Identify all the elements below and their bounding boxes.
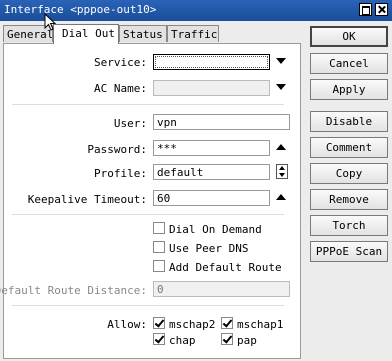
divider: [12, 104, 284, 105]
user-input[interactable]: vpn: [153, 114, 290, 130]
dial-on-demand-checkbox[interactable]: [153, 222, 165, 234]
window-title: Interface <pppoe-out10>: [4, 3, 157, 16]
chap-checkbox[interactable]: [153, 333, 165, 345]
password-collapse-icon[interactable]: [276, 144, 286, 150]
ac-name-label: AC Name:: [94, 82, 147, 95]
close-icon[interactable]: [375, 3, 388, 16]
mschap1-checkbox[interactable]: [221, 317, 233, 329]
mschap1-label: mschap1: [237, 318, 284, 331]
title-bar[interactable]: Interface <pppoe-out10>: [0, 0, 392, 21]
tab-dial-out[interactable]: Dial Out: [53, 24, 119, 44]
default-route-distance-label: Default Route Distance:: [0, 284, 147, 297]
keepalive-label: Keepalive Timeout:: [27, 193, 147, 206]
keepalive-input[interactable]: 60: [153, 190, 270, 206]
password-label: Password:: [87, 143, 147, 156]
mouse-cursor-icon: [44, 13, 56, 31]
add-default-route-label: Add Default Route: [169, 261, 282, 274]
pppoe-scan-button[interactable]: PPPoE Scan: [310, 241, 388, 262]
restore-icon[interactable]: [359, 3, 372, 16]
mschap2-label: mschap2: [169, 318, 216, 331]
tab-status[interactable]: Status: [119, 25, 167, 42]
divider: [12, 214, 284, 215]
ac-name-select[interactable]: [153, 80, 270, 96]
profile-spinner-icon[interactable]: [276, 164, 288, 179]
tab-traffic[interactable]: Traffic: [167, 25, 219, 42]
service-dropdown-icon[interactable]: [276, 58, 286, 64]
service-select[interactable]: [153, 54, 270, 70]
user-label: User:: [113, 117, 147, 130]
profile-select[interactable]: default: [153, 164, 270, 180]
pap-checkbox[interactable]: [221, 333, 233, 345]
apply-button[interactable]: Apply: [310, 79, 388, 100]
disable-button[interactable]: Disable: [310, 111, 388, 132]
use-peer-dns-label: Use Peer DNS: [169, 242, 249, 255]
add-default-route-checkbox[interactable]: [153, 260, 165, 272]
divider: [12, 305, 284, 306]
ac-name-dropdown-icon[interactable]: [276, 84, 286, 90]
ok-button[interactable]: OK: [310, 26, 388, 47]
keepalive-collapse-icon[interactable]: [276, 194, 286, 200]
cancel-button[interactable]: Cancel: [310, 53, 388, 74]
profile-label: Profile:: [94, 167, 147, 180]
dial-on-demand-label: Dial On Demand: [169, 223, 262, 236]
chap-label: chap: [169, 334, 196, 347]
comment-button[interactable]: Comment: [310, 137, 388, 158]
copy-button[interactable]: Copy: [310, 163, 388, 184]
service-label: Service:: [94, 56, 147, 69]
remove-button[interactable]: Remove: [310, 189, 388, 210]
pap-label: pap: [237, 334, 257, 347]
default-route-distance-input[interactable]: 0: [153, 281, 290, 297]
mschap2-checkbox[interactable]: [153, 317, 165, 329]
torch-button[interactable]: Torch: [310, 215, 388, 236]
allow-label: Allow:: [107, 318, 147, 331]
password-input[interactable]: ***: [153, 140, 270, 156]
use-peer-dns-checkbox[interactable]: [153, 241, 165, 253]
